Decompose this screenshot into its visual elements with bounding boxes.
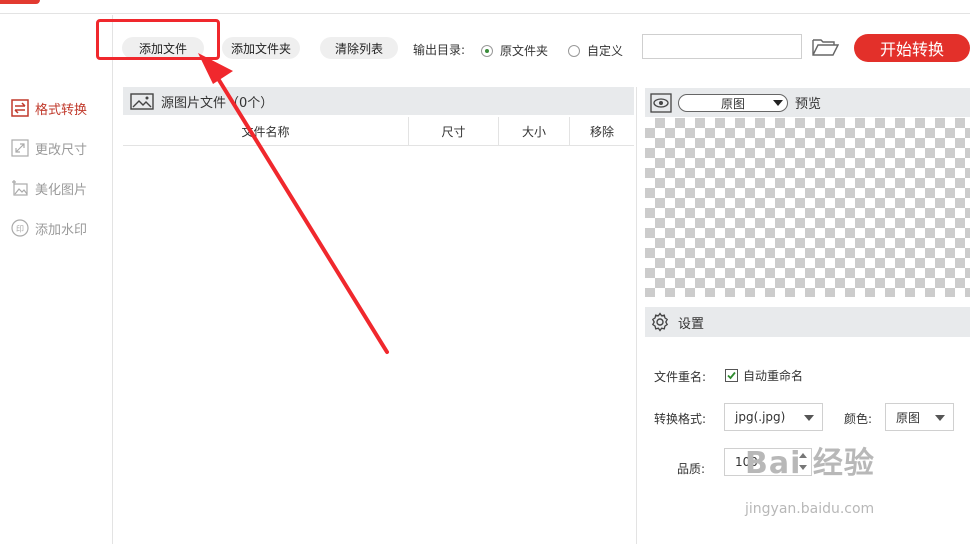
beautify-image-icon: [10, 178, 30, 198]
file-list[interactable]: [123, 147, 634, 544]
file-table-header: 文件名称 尺寸 大小 移除: [123, 117, 634, 146]
sidebar-item-label: 美化图片: [35, 182, 88, 198]
radio-label: 原文件夹: [500, 44, 549, 58]
swap-arrows-icon: [10, 98, 30, 118]
add-folder-button[interactable]: 添加文件夹: [222, 37, 300, 59]
column-header: 尺寸: [408, 117, 498, 146]
format-label: 转换格式:: [654, 412, 707, 426]
radio-dot: [481, 44, 493, 57]
color-select[interactable]: 原图: [885, 403, 954, 431]
output-path-input[interactable]: [642, 34, 802, 59]
chevron-down-icon: [773, 100, 783, 106]
sidebar-item-resize[interactable]: 更改尺寸: [10, 136, 110, 160]
radio-custom-folder[interactable]: 自定义: [568, 42, 623, 59]
sidebar-item-beautify[interactable]: 美化图片: [10, 176, 110, 200]
source-files-header: 源图片文件（0个）: [123, 87, 634, 115]
quality-label: 品质:: [677, 462, 706, 476]
color-value: 原图: [896, 410, 921, 425]
start-convert-button[interactable]: 开始转换: [854, 34, 970, 62]
settings-title: 设置: [678, 316, 705, 332]
chevron-down-icon: [935, 415, 945, 421]
format-select[interactable]: jpg(.jpg): [724, 403, 823, 431]
resize-icon: [10, 138, 30, 158]
gear-icon: [650, 312, 670, 332]
preview-mode-value: 原图: [720, 96, 745, 111]
image-icon: [130, 92, 154, 110]
clear-list-button[interactable]: 清除列表: [320, 37, 398, 59]
annotation-highlight-box: [96, 19, 220, 60]
column-header: 文件名称: [241, 125, 290, 139]
eye-icon: [650, 92, 672, 113]
checkbox-checked-icon: [725, 369, 738, 382]
radio-original-folder[interactable]: 原文件夹: [481, 42, 548, 59]
window-top-strip: [0, 0, 970, 14]
auto-rename-label: 自动重命名: [743, 369, 804, 383]
watermark-url: jingyan.baidu.com: [745, 501, 875, 517]
sidebar-item-label: 添加水印: [35, 222, 88, 238]
radio-dot: [568, 44, 580, 57]
settings-header: 设置: [645, 307, 970, 337]
sidebar-item-watermark[interactable]: 印 添加水印: [10, 216, 110, 240]
preview-mode-select[interactable]: 原图: [678, 94, 788, 112]
output-dir-label: 输出目录:: [413, 43, 466, 57]
format-value: jpg(.jpg): [735, 410, 786, 424]
chevron-down-icon: [804, 415, 814, 421]
radio-label: 自定义: [587, 44, 624, 58]
stamp-icon: 印: [10, 218, 30, 238]
rename-label: 文件重名:: [654, 370, 707, 384]
preview-title: 预览: [795, 97, 822, 112]
sidebar-item-format-convert[interactable]: 格式转换: [10, 96, 110, 120]
preview-canvas: [645, 118, 970, 297]
svg-text:印: 印: [16, 225, 24, 234]
sidebar-item-label: 格式转换: [35, 102, 88, 118]
folder-open-icon[interactable]: [812, 38, 840, 59]
auto-rename-checkbox[interactable]: 自动重命名: [725, 367, 803, 384]
sidebar: 格式转换 更改尺寸 美化图片 印 添加水印: [0, 15, 113, 544]
source-files-title: 源图片文件（0个）: [161, 95, 274, 111]
sidebar-item-label: 更改尺寸: [35, 142, 88, 158]
watermark-logo-text: Bai 经验: [745, 446, 875, 481]
panel-divider: [636, 87, 637, 544]
column-header: 大小: [498, 117, 569, 146]
baidu-jingyan-watermark: Bai 经验 jingyan.baidu.com: [745, 438, 970, 528]
app-logo: [0, 0, 40, 4]
color-label: 颜色:: [844, 412, 873, 426]
column-header: 移除: [569, 117, 634, 146]
